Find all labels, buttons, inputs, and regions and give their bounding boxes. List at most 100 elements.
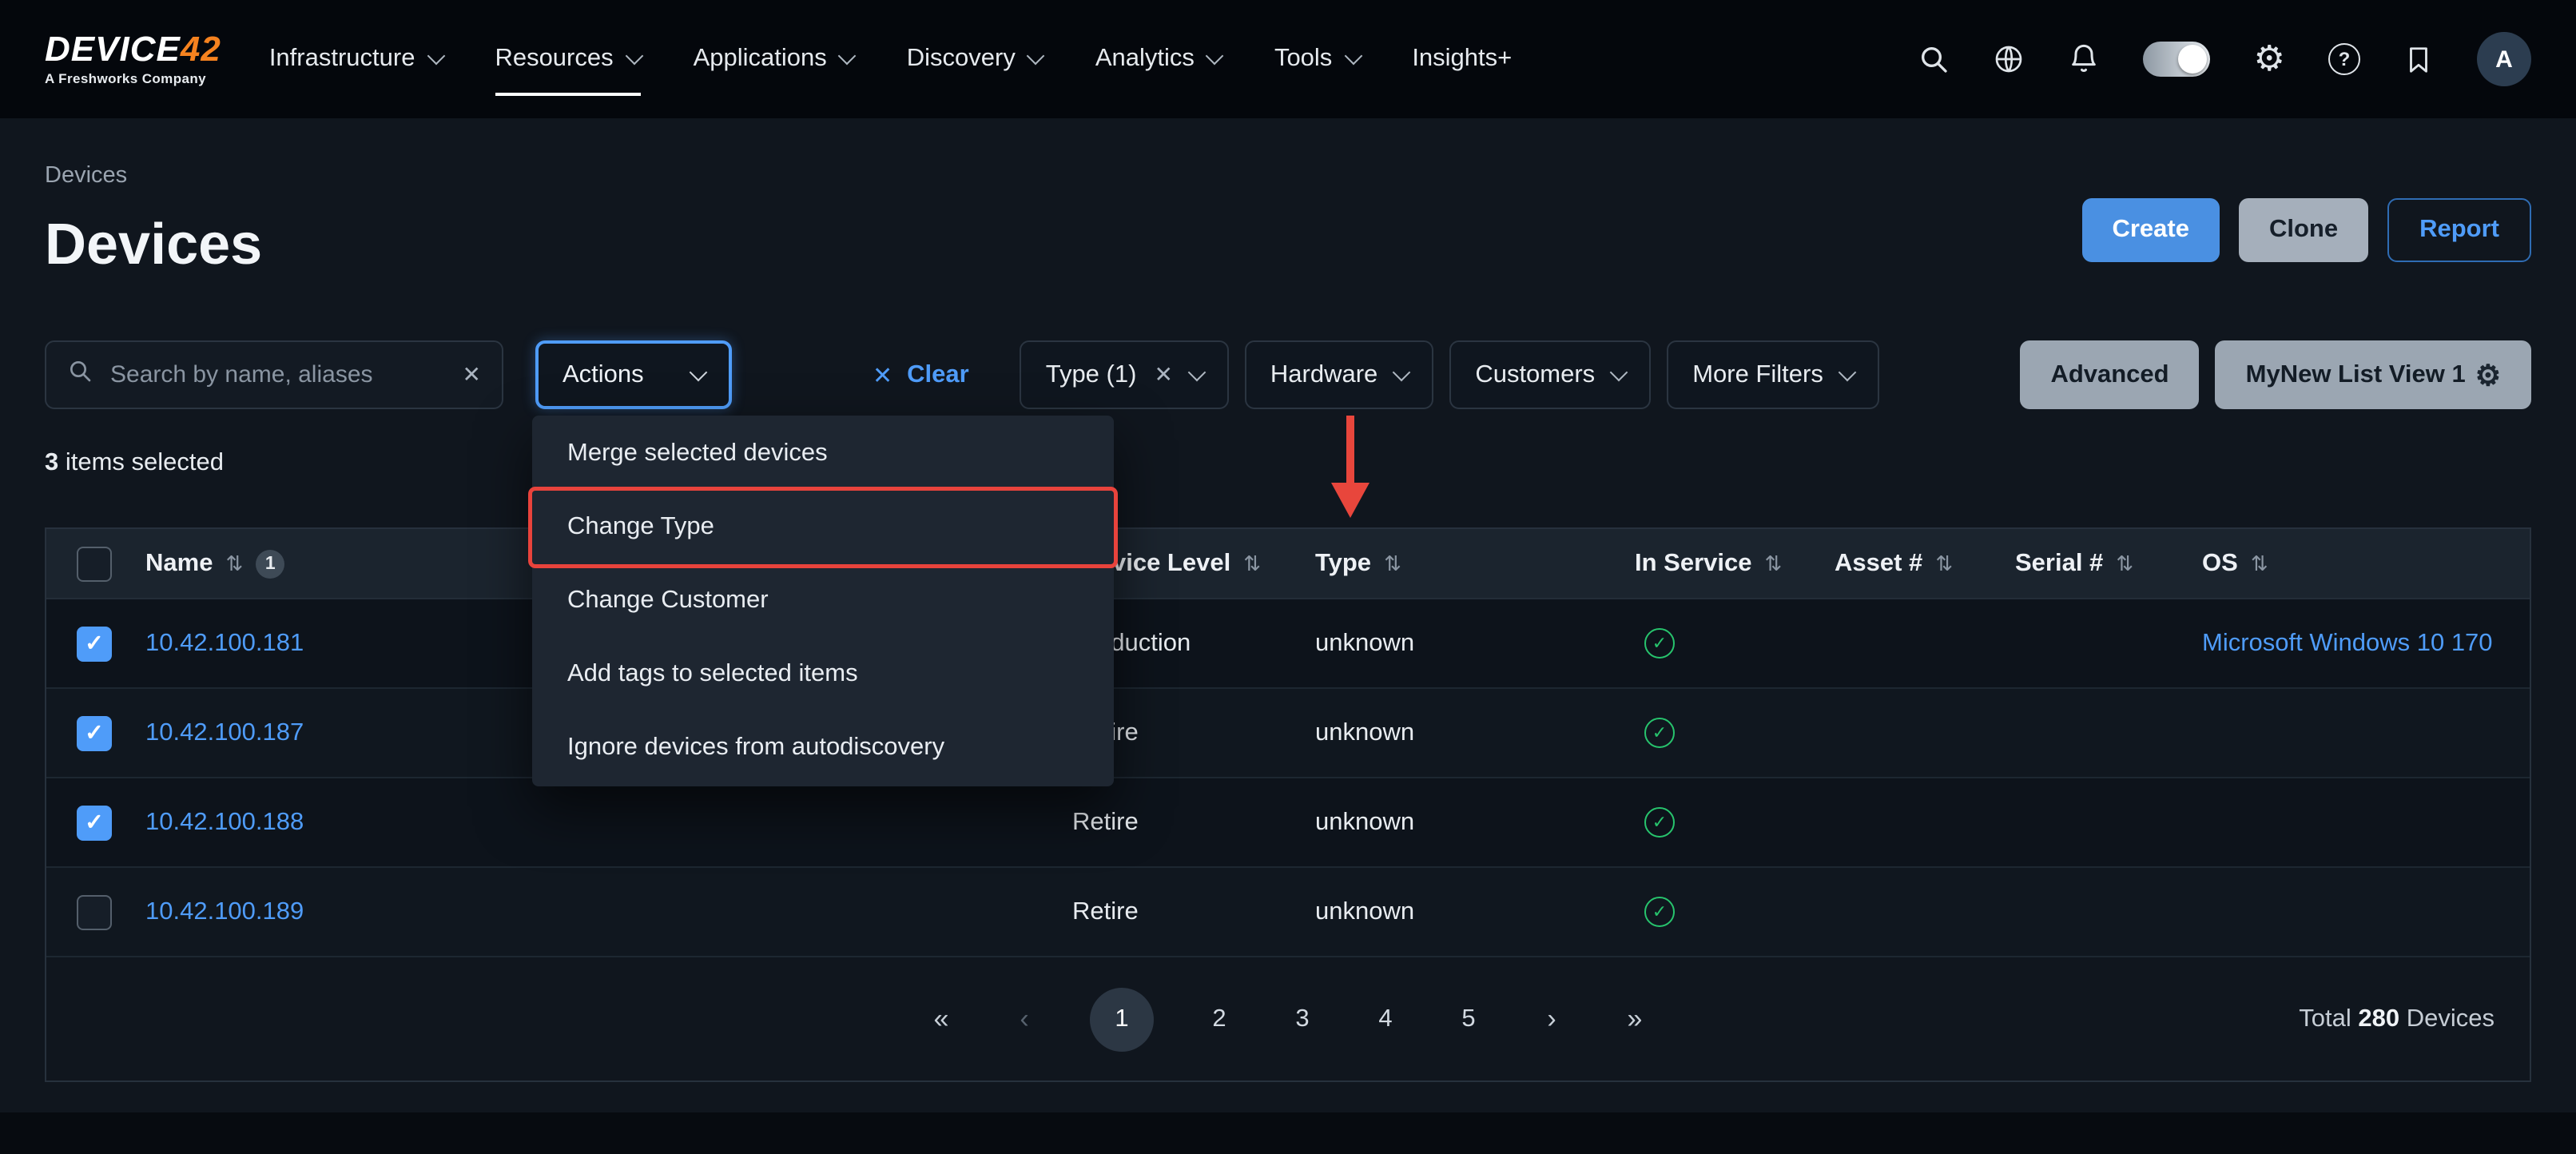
os-link[interactable]: Microsoft Windows 10 170	[2202, 629, 2493, 656]
sort-icon[interactable]: ⇅	[1243, 551, 1261, 576]
search-box[interactable]: ✕	[45, 340, 503, 409]
page-title: Devices	[45, 211, 262, 278]
breadcrumb[interactable]: Devices	[45, 163, 127, 189]
avatar[interactable]: A	[2477, 32, 2531, 86]
bell-icon[interactable]	[2069, 43, 2101, 75]
app-window: DEVICE42 A Freshworks Company Infrastruc…	[0, 0, 2576, 1154]
table-header-row: Name ⇅ 1 Service Level ⇅ Type ⇅ In Servi…	[46, 529, 2530, 599]
sort-icon[interactable]: ⇅	[1935, 551, 1953, 576]
list-view-button[interactable]: MyNew List View 1 ⚙	[2216, 340, 2531, 409]
nav-tools[interactable]: Tools	[1274, 0, 1359, 118]
filter-chips: Type (1) ✕ Hardware Customers More Filte…	[1020, 340, 1879, 409]
sort-icon[interactable]: ⇅	[1765, 551, 1783, 576]
gear-icon[interactable]: ⚙	[2475, 360, 2501, 389]
bookmark-icon[interactable]	[2403, 44, 2434, 74]
menu-item-change-type[interactable]: Change Type	[532, 491, 1114, 564]
column-header-os[interactable]: OS ⇅	[2202, 549, 2530, 578]
navbar-actions: ⚙ ? A	[1918, 32, 2531, 86]
brand-main-text: DEVICE	[45, 30, 181, 70]
brand-name: DEVICE42	[45, 33, 221, 68]
first-page-button[interactable]: «	[924, 1003, 959, 1035]
device-link[interactable]: 10.42.100.189	[145, 897, 304, 925]
main-content: Devices Devices Create Clone Report ✕ Ac…	[0, 118, 2576, 1112]
brand-tagline: A Freshworks Company	[45, 73, 221, 86]
table-row: 10.42.100.187 Retire unknown ✓	[46, 689, 2530, 778]
chip-remove-icon[interactable]: ✕	[1154, 361, 1172, 388]
chevron-down-icon	[1028, 47, 1046, 66]
menu-item-merge-devices[interactable]: Merge selected devices	[532, 417, 1114, 491]
device-link[interactable]: 10.42.100.188	[145, 808, 304, 835]
sort-icon[interactable]: ⇅	[1384, 551, 1401, 576]
clear-filters-button[interactable]: ✕ Clear	[873, 360, 969, 389]
in-service-check-icon: ✓	[1644, 628, 1675, 659]
header-checkbox-cell	[46, 546, 145, 581]
row-checkbox[interactable]	[77, 626, 112, 661]
actions-dropdown-button[interactable]: Actions	[535, 340, 732, 409]
page-button-4[interactable]: 4	[1368, 1005, 1403, 1033]
close-icon: ✕	[873, 360, 892, 389]
globe-icon[interactable]	[1994, 43, 2025, 75]
report-button[interactable]: Report	[2387, 198, 2531, 262]
nav-analytics[interactable]: Analytics	[1095, 0, 1222, 118]
brand-logo[interactable]: DEVICE42 A Freshworks Company	[45, 33, 221, 86]
page-button-5[interactable]: 5	[1451, 1005, 1486, 1033]
create-button[interactable]: Create	[2081, 198, 2220, 262]
filter-chip-hardware[interactable]: Hardware	[1245, 340, 1433, 409]
filter-bar: ✕ Actions ✕ Clear Type (1) ✕ Hardware	[45, 340, 2531, 409]
nav-infrastructure[interactable]: Infrastructure	[269, 0, 443, 118]
row-checkbox[interactable]	[77, 894, 112, 929]
nav-applications[interactable]: Applications	[694, 0, 854, 118]
column-header-asset[interactable]: Asset # ⇅	[1835, 549, 2015, 578]
column-header-serial[interactable]: Serial # ⇅	[2015, 549, 2202, 578]
type-cell: unknown	[1315, 808, 1635, 837]
chevron-down-icon	[1393, 363, 1411, 381]
chevron-down-icon	[1188, 363, 1207, 381]
help-icon[interactable]: ?	[2328, 43, 2360, 75]
last-page-button[interactable]: »	[1617, 1003, 1652, 1035]
total-count: Total 280 Devices	[2299, 1005, 2495, 1033]
search-input[interactable]	[107, 360, 448, 390]
row-checkbox[interactable]	[77, 805, 112, 840]
sort-icon[interactable]: ⇅	[2251, 551, 2268, 576]
nav-discovery[interactable]: Discovery	[907, 0, 1043, 118]
theme-toggle[interactable]	[2144, 42, 2211, 77]
next-page-button[interactable]: ›	[1534, 1003, 1569, 1035]
column-header-type[interactable]: Type ⇅	[1315, 549, 1635, 578]
chevron-down-icon	[427, 47, 445, 66]
sort-priority-badge: 1	[256, 549, 284, 578]
in-service-cell: ✓	[1635, 807, 1835, 838]
advanced-button[interactable]: Advanced	[2020, 340, 2199, 409]
device-link[interactable]: 10.42.100.187	[145, 718, 304, 746]
devices-table: Name ⇅ 1 Service Level ⇅ Type ⇅ In Servi…	[45, 527, 2531, 1082]
device-link[interactable]: 10.42.100.181	[145, 629, 304, 656]
chevron-down-icon	[690, 363, 708, 381]
clone-button[interactable]: Clone	[2239, 198, 2368, 262]
nav-resources[interactable]: Resources	[495, 0, 640, 118]
type-cell: unknown	[1315, 629, 1635, 658]
device-name-cell: 10.42.100.188	[145, 808, 1072, 837]
menu-item-ignore-devices[interactable]: Ignore devices from autodiscovery	[532, 711, 1114, 785]
chevron-down-icon	[1839, 363, 1857, 381]
filter-chip-type[interactable]: Type (1) ✕	[1020, 340, 1229, 409]
search-icon	[67, 358, 93, 392]
gear-icon[interactable]: ⚙	[2254, 42, 2285, 77]
table-row: 10.42.100.181 Production unknown ✓ Micro…	[46, 599, 2530, 689]
theme-toggle-knob	[2179, 45, 2208, 74]
prev-page-button[interactable]: ‹	[1007, 1003, 1042, 1035]
filter-chip-more-filters[interactable]: More Filters	[1667, 340, 1879, 409]
search-clear-icon[interactable]: ✕	[463, 361, 481, 388]
column-header-in-service[interactable]: In Service ⇅	[1635, 549, 1835, 578]
table-row: 10.42.100.188 Retire unknown ✓	[46, 778, 2530, 868]
row-checkbox[interactable]	[77, 715, 112, 750]
menu-item-add-tags[interactable]: Add tags to selected items	[532, 638, 1114, 711]
nav-insights[interactable]: Insights+	[1412, 0, 1512, 118]
sort-icon[interactable]: ⇅	[2116, 551, 2133, 576]
search-icon[interactable]	[1918, 43, 1950, 75]
menu-item-change-customer[interactable]: Change Customer	[532, 564, 1114, 638]
page-button-3[interactable]: 3	[1285, 1005, 1320, 1033]
page-button-2[interactable]: 2	[1202, 1005, 1237, 1033]
filter-chip-customers[interactable]: Customers	[1449, 340, 1651, 409]
page-button-1[interactable]: 1	[1090, 987, 1154, 1051]
select-all-checkbox[interactable]	[77, 546, 112, 581]
sort-icon[interactable]: ⇅	[225, 551, 243, 576]
